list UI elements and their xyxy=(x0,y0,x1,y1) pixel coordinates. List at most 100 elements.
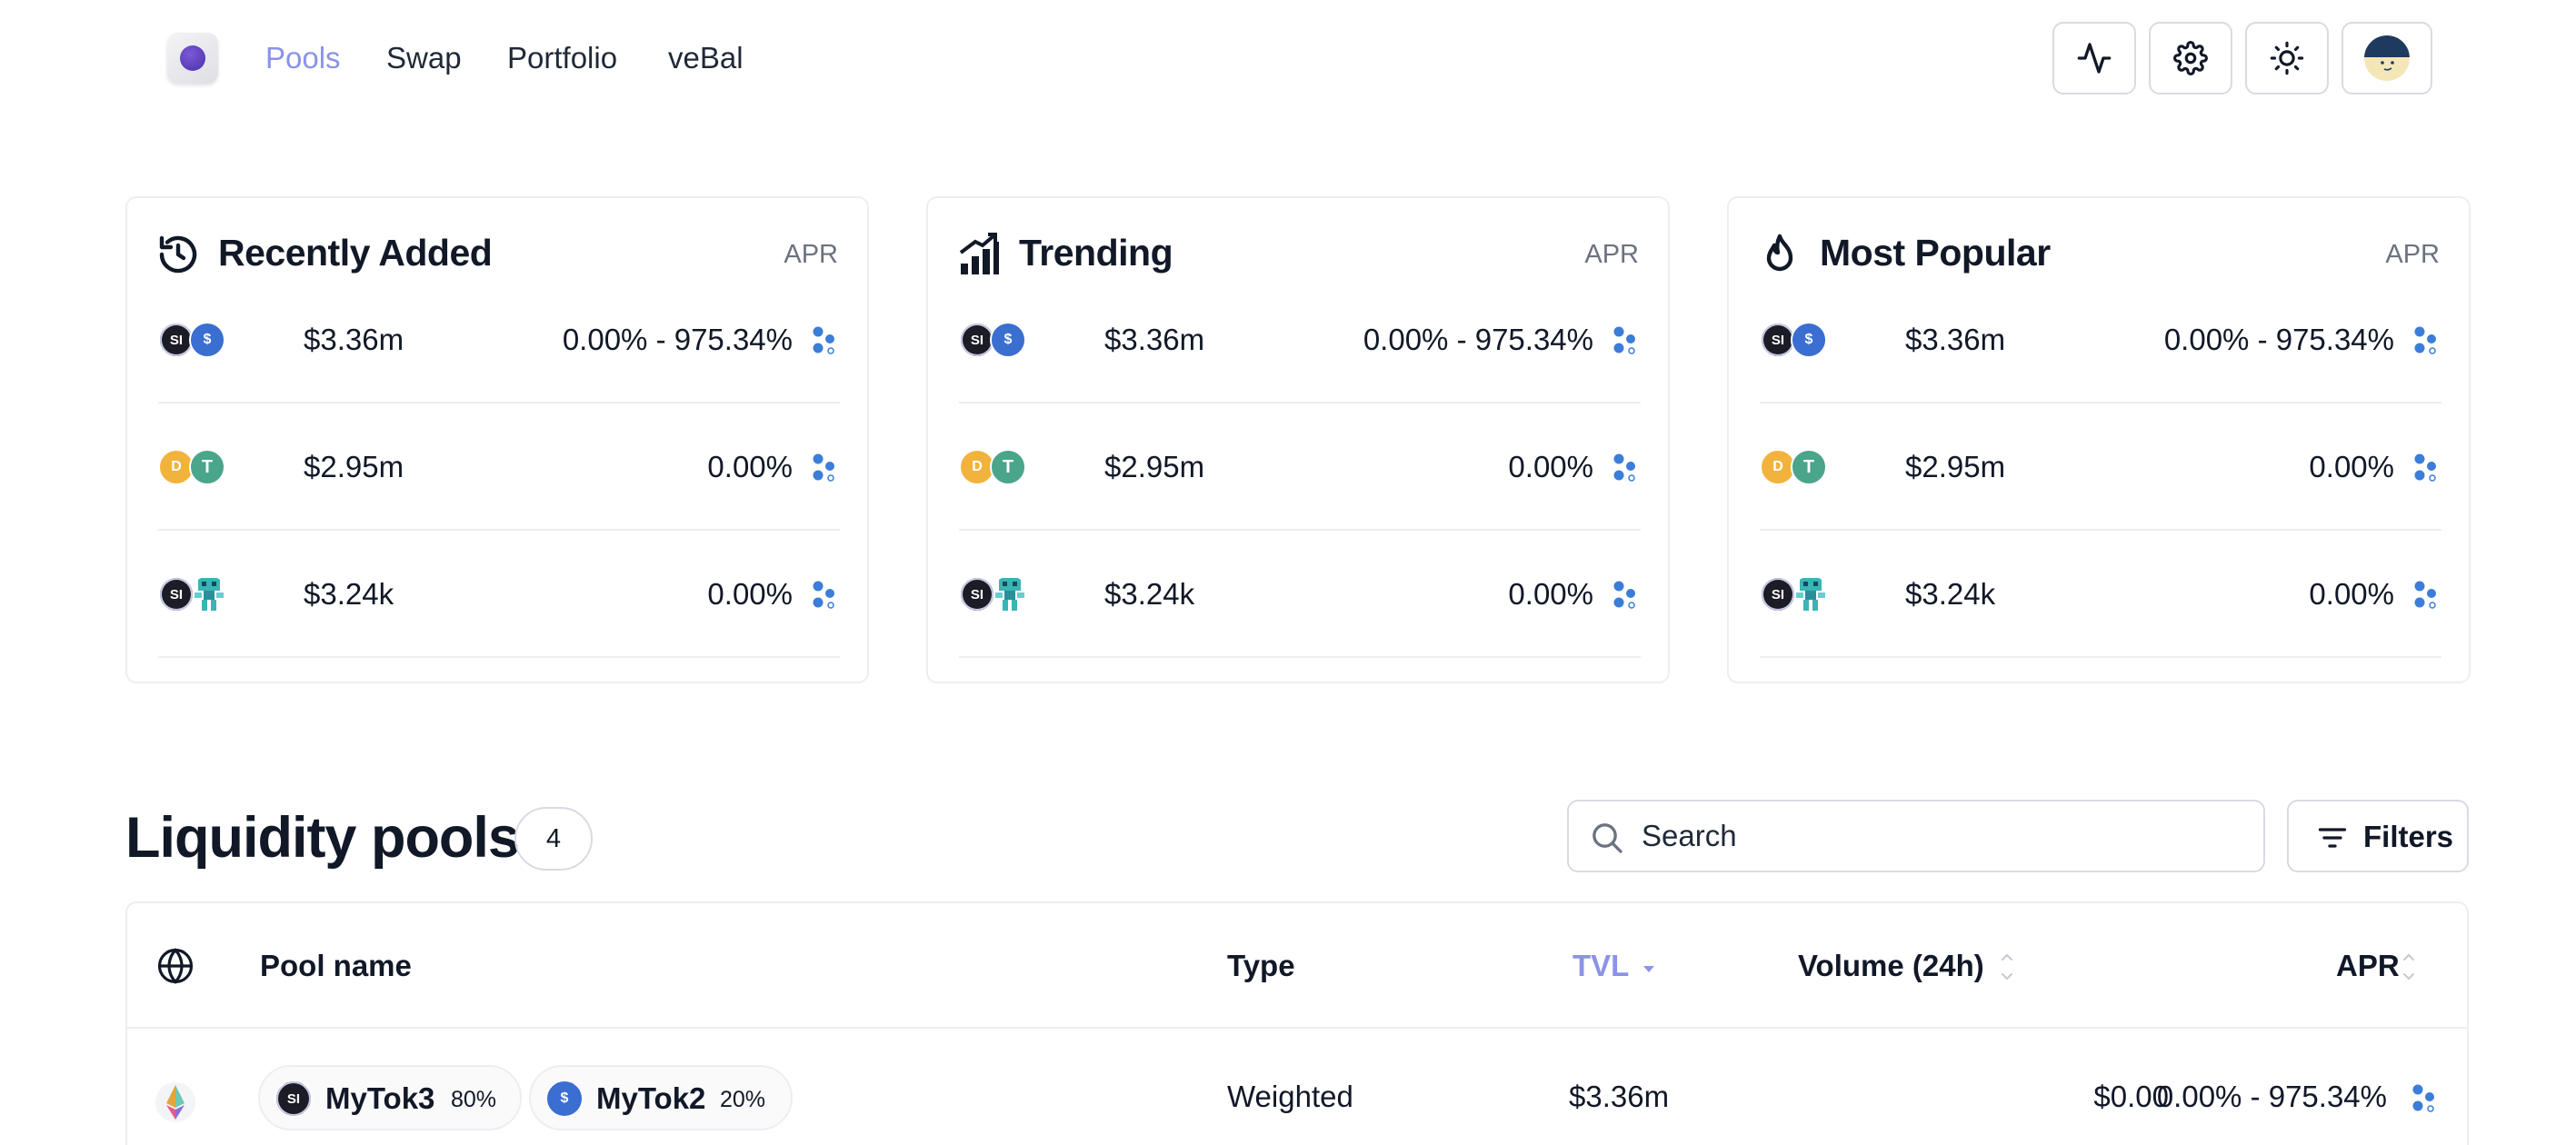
page-title: Liquidity pools xyxy=(125,806,520,870)
column-tvl[interactable]: TVL xyxy=(1573,945,1629,987)
table-row[interactable]: SI MyTok3 80% $ MyTok2 20% Weighted $3.3… xyxy=(127,1029,2467,1145)
featured-pool-row[interactable]: D T $2.95m 0.00% xyxy=(158,403,840,531)
pool-tvl: $3.24k xyxy=(1104,577,1195,611)
table-header: Pool name Type TVL Volume (24h) APR xyxy=(127,903,2467,1029)
pool-apr: 0.00% xyxy=(2309,450,2394,483)
featured-pool-row[interactable]: SI $ $3.36m 0.00% - 975.34% xyxy=(158,276,840,403)
globe-icon[interactable] xyxy=(156,947,195,985)
token-pair: D T xyxy=(158,449,231,485)
nav-swap[interactable]: Swap xyxy=(386,36,462,80)
pool-token-chip[interactable]: $ MyTok2 20% xyxy=(529,1065,793,1130)
bot-token-icon xyxy=(995,578,1024,611)
pool-apr: 0.00% - 975.34% xyxy=(562,323,793,356)
logo-mark xyxy=(180,45,205,71)
sort-arrows-icon[interactable] xyxy=(1998,947,2016,987)
card-trending[interactable]: Trending APR SI $ $3.36m 0.00% - 975.34%… xyxy=(926,196,1670,683)
app-logo[interactable] xyxy=(167,33,218,84)
featured-pool-row[interactable]: SI $ $3.36m 0.00% - 975.34% xyxy=(959,276,1641,403)
card-title: Recently Added xyxy=(218,232,493,274)
usdc-token-icon: $ xyxy=(1791,322,1827,358)
top-nav: Pools Swap Portfolio veBal xyxy=(0,0,2576,116)
apr-breakdown-icon[interactable] xyxy=(2411,1083,2438,1114)
featured-pool-row[interactable]: D T $2.95m 0.00% xyxy=(959,403,1641,531)
avatar xyxy=(2364,35,2410,81)
pool-token-chip[interactable]: SI MyTok3 80% xyxy=(258,1065,522,1130)
search-box[interactable] xyxy=(1567,800,2265,872)
ethereum-icon xyxy=(155,1082,195,1122)
pool-tvl: $3.36m xyxy=(1104,323,1205,356)
pool-tvl: $2.95m xyxy=(1104,450,1205,483)
card-apr-label: APR xyxy=(2385,240,2440,269)
token-pair: SI $ xyxy=(158,322,231,358)
column-apr[interactable]: APR xyxy=(2336,945,2400,987)
sun-icon xyxy=(2270,41,2304,75)
theme-toggle-button[interactable] xyxy=(2245,22,2329,95)
card-title: Most Popular xyxy=(1820,232,2051,274)
card-title: Trending xyxy=(1019,232,1173,274)
account-button[interactable] xyxy=(2341,22,2432,95)
apr-breakdown-icon[interactable] xyxy=(2412,453,2440,483)
apr-breakdown-icon[interactable] xyxy=(2412,325,2440,356)
activity-button[interactable] xyxy=(2052,22,2136,95)
token-pair: SI xyxy=(158,576,231,612)
nav-portfolio[interactable]: Portfolio xyxy=(507,36,617,80)
pool-apr: 0.00% xyxy=(707,450,793,483)
token-pair: SI xyxy=(959,576,1032,612)
flame-icon xyxy=(1766,234,1793,272)
settings-button[interactable] xyxy=(2149,22,2232,95)
search-input[interactable] xyxy=(1642,814,2242,858)
apr-breakdown-icon[interactable] xyxy=(811,580,838,611)
token-pair: SI $ xyxy=(1760,322,1832,358)
card-recently-added[interactable]: Recently Added APR SI $ $3.36m 0.00% - 9… xyxy=(125,196,869,683)
trending-up-icon xyxy=(959,233,999,274)
pool-tvl: $3.36m xyxy=(304,323,404,356)
pool-tvl: $3.36m xyxy=(1905,323,2006,356)
card-most-popular[interactable]: Most Popular APR SI $ $3.36m 0.00% - 975… xyxy=(1727,196,2471,683)
pool-apr: 0.00% xyxy=(707,577,793,611)
column-pool-name: Pool name xyxy=(260,949,412,982)
usdc-token-icon: $ xyxy=(189,322,225,358)
token-pair: D T xyxy=(1760,449,1832,485)
sort-arrows-icon[interactable] xyxy=(2400,947,2418,987)
apr-breakdown-icon[interactable] xyxy=(1612,580,1639,611)
pool-tvl: $3.24k xyxy=(304,577,394,611)
card-apr-label: APR xyxy=(784,240,838,269)
avatar-face-icon xyxy=(2381,61,2394,71)
activity-icon xyxy=(2077,43,2112,74)
pool-tvl: $2.95m xyxy=(304,450,404,483)
card-apr-label: APR xyxy=(1584,240,1639,269)
usdc-token-icon: $ xyxy=(990,322,1026,358)
apr-breakdown-icon[interactable] xyxy=(1612,325,1639,356)
featured-pool-row[interactable]: SI $3.24k 0.00% xyxy=(1760,531,2441,658)
featured-pool-row[interactable]: SI $3.24k 0.00% xyxy=(959,531,1641,658)
pool-tvl: $3.36m xyxy=(1569,1080,1670,1113)
column-type: Type xyxy=(1227,949,1295,982)
featured-pool-row[interactable]: D T $2.95m 0.00% xyxy=(1760,403,2441,531)
pool-apr: 0.00% xyxy=(1508,577,1593,611)
filters-label: Filters xyxy=(2363,820,2454,853)
token-weight: 20% xyxy=(720,1087,766,1112)
pool-tvl: $3.24k xyxy=(1905,577,1996,611)
column-volume[interactable]: Volume (24h) xyxy=(1798,945,1984,987)
usdt-token-icon: T xyxy=(990,449,1026,485)
pools-table: Pool name Type TVL Volume (24h) APR SI M… xyxy=(125,901,2469,1145)
pool-count-badge: 4 xyxy=(514,807,593,871)
featured-pool-row[interactable]: SI $3.24k 0.00% xyxy=(158,531,840,658)
sort-desc-icon[interactable] xyxy=(1640,960,1658,978)
pool-apr: 0.00% xyxy=(2309,577,2394,611)
usdc-token-icon: $ xyxy=(545,1080,584,1118)
filters-button[interactable]: Filters xyxy=(2287,800,2469,872)
apr-breakdown-icon[interactable] xyxy=(811,453,838,483)
history-icon xyxy=(159,235,197,274)
nav-pools[interactable]: Pools xyxy=(265,36,341,80)
token-symbol: MyTok3 xyxy=(325,1081,435,1115)
token-pair: SI $ xyxy=(959,322,1032,358)
pool-apr: 0.00% - 975.34% xyxy=(2163,323,2394,356)
apr-breakdown-icon[interactable] xyxy=(811,325,838,356)
featured-pool-row[interactable]: SI $ $3.36m 0.00% - 975.34% xyxy=(1760,276,2441,403)
apr-breakdown-icon[interactable] xyxy=(2412,580,2440,611)
usdt-token-icon: T xyxy=(189,449,225,485)
nav-vebal[interactable]: veBal xyxy=(668,36,744,80)
si-token-icon: SI xyxy=(1760,576,1796,612)
apr-breakdown-icon[interactable] xyxy=(1612,453,1639,483)
